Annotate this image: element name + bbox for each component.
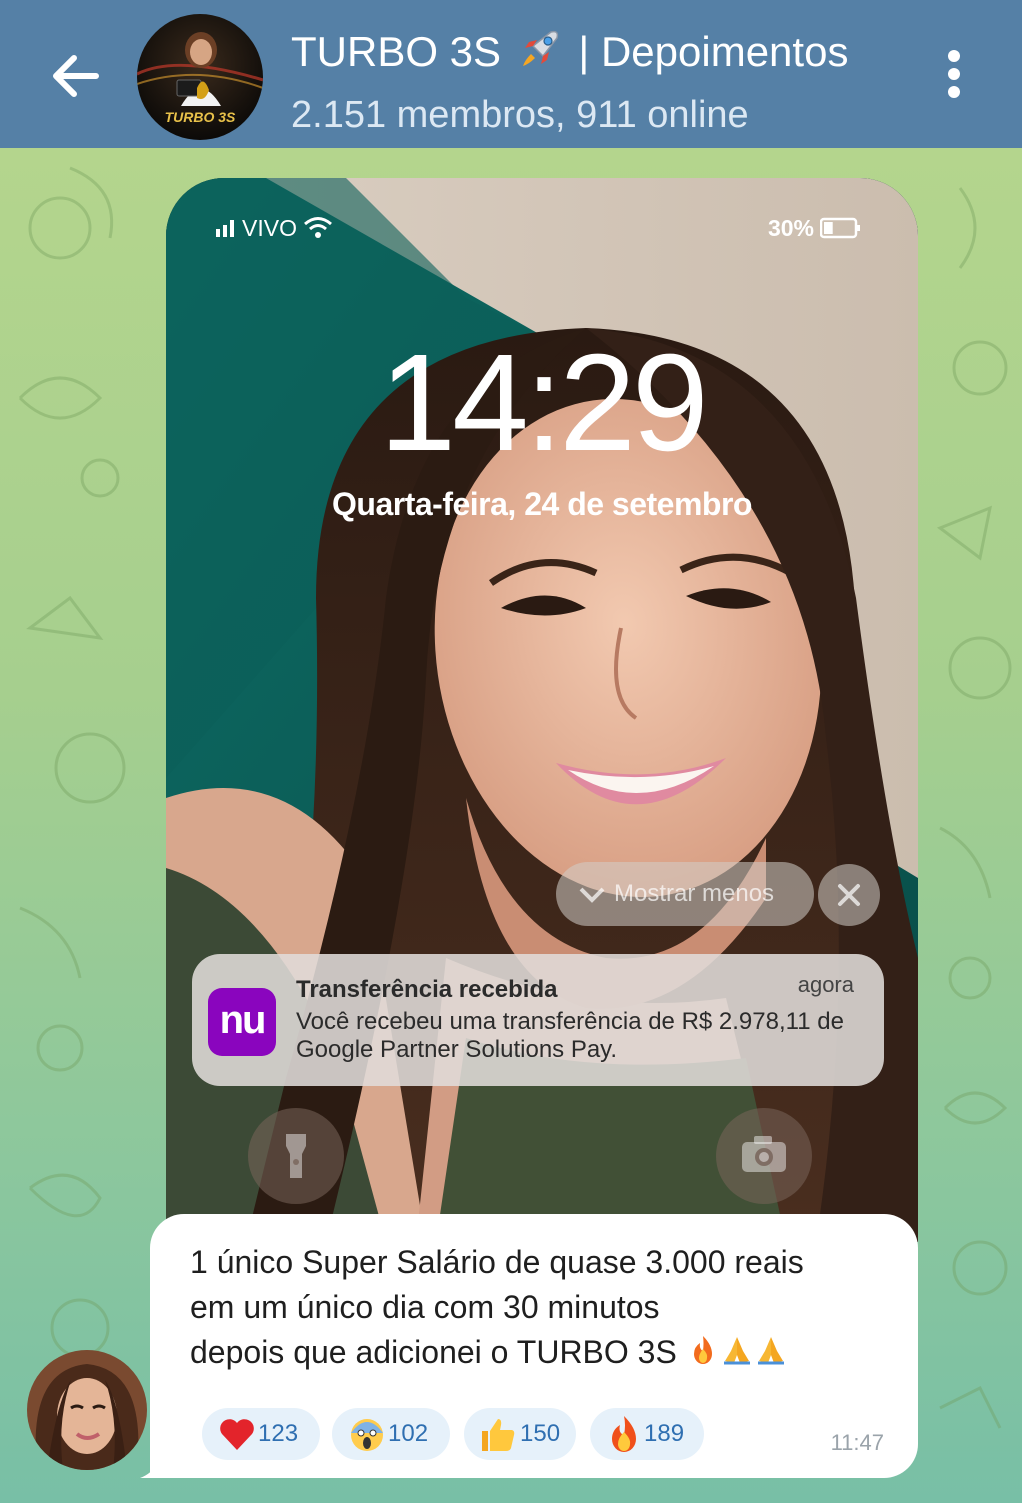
battery-icon	[820, 217, 860, 239]
arrow-left-icon	[53, 55, 99, 97]
lockscreen-clock: 14:29	[379, 326, 708, 480]
reaction-count: 150	[520, 1420, 561, 1447]
reaction-count: 102	[388, 1420, 429, 1447]
thumbs-up-icon	[482, 1419, 515, 1451]
nubank-logo: nu	[208, 988, 276, 1056]
message-line-1: 1 único Super Salário de quase 3.000 rea…	[190, 1244, 804, 1280]
signal-icon	[216, 220, 234, 237]
chevron-down-icon	[579, 887, 605, 903]
more-vertical-icon[interactable]	[934, 46, 974, 106]
notification-time: agora	[797, 972, 854, 997]
title-suffix: | Depoimentos	[578, 28, 849, 75]
message-text: 1 único Super Salário de quase 3.000 rea…	[190, 1240, 900, 1375]
reaction-count: 189	[644, 1420, 685, 1447]
camera-icon	[742, 1136, 786, 1172]
title-name: TURBO 3S	[291, 28, 502, 75]
reaction-screaming[interactable]: 102	[332, 1408, 450, 1460]
screaming-face-icon	[351, 1419, 383, 1451]
carrier-name: VIVO	[242, 215, 297, 241]
fire-icon	[693, 1336, 712, 1364]
wifi-icon	[304, 217, 332, 238]
praying-hands-icon	[757, 1337, 784, 1365]
battery-indicator: 30%	[768, 214, 862, 242]
phone-status-bar: VIVO 30%	[166, 178, 918, 278]
message-line-3-text: depois que adicionei o TURBO 3S	[190, 1334, 677, 1370]
show-less-button: Mostrar menos	[556, 862, 814, 926]
message-line-2: em um único dia com 30 minutos	[190, 1289, 660, 1325]
close-icon	[838, 884, 860, 906]
svg-text:TURBO 3S: TURBO 3S	[165, 109, 236, 125]
camera-button	[716, 1108, 812, 1204]
member-count: 2.151 membros, 911 online	[291, 94, 749, 136]
chat-header: TURBO 3S TURBO 3S | Depoimentos 2.151 me…	[0, 0, 1022, 148]
carrier-indicator: VIVO	[216, 214, 333, 242]
heart-icon	[220, 1419, 254, 1450]
back-button[interactable]	[44, 44, 108, 108]
message-time: 11:47	[830, 1430, 884, 1455]
rocket-icon	[522, 30, 558, 66]
photo-attachment[interactable]: VIVO 30% 14:29 Quarta-feira, 24 de setem…	[166, 178, 918, 1242]
channel-avatar[interactable]: TURBO 3S	[137, 14, 263, 140]
message-line-3: depois que adicionei o TURBO 3S	[190, 1330, 900, 1375]
reaction-thumbs-up[interactable]: 150	[464, 1408, 576, 1460]
reaction-fire[interactable]: 189	[590, 1408, 704, 1460]
flashlight-icon	[286, 1134, 306, 1178]
fire-icon	[612, 1416, 636, 1452]
bank-notification: nu Transferência recebida agora Você rec…	[192, 954, 884, 1086]
sender-avatar[interactable]	[27, 1350, 147, 1470]
lockscreen-date: Quarta-feira, 24 de setembro	[332, 486, 752, 522]
show-less-label: Mostrar menos	[614, 880, 775, 907]
reaction-heart[interactable]: 123	[202, 1408, 320, 1460]
praying-hands-icon	[723, 1337, 750, 1365]
channel-title[interactable]: TURBO 3S | Depoimentos	[291, 26, 848, 78]
notification-body: Você recebeu uma transferência de R$ 2.9…	[296, 1008, 844, 1063]
dismiss-button	[818, 864, 880, 926]
reaction-count: 123	[258, 1420, 299, 1447]
battery-percent: 30%	[767, 215, 814, 241]
notification-title: Transferência recebida	[296, 976, 558, 1003]
message-bubble[interactable]: 1 único Super Salário de quase 3.000 rea…	[150, 1214, 918, 1478]
flashlight-button	[248, 1108, 344, 1204]
